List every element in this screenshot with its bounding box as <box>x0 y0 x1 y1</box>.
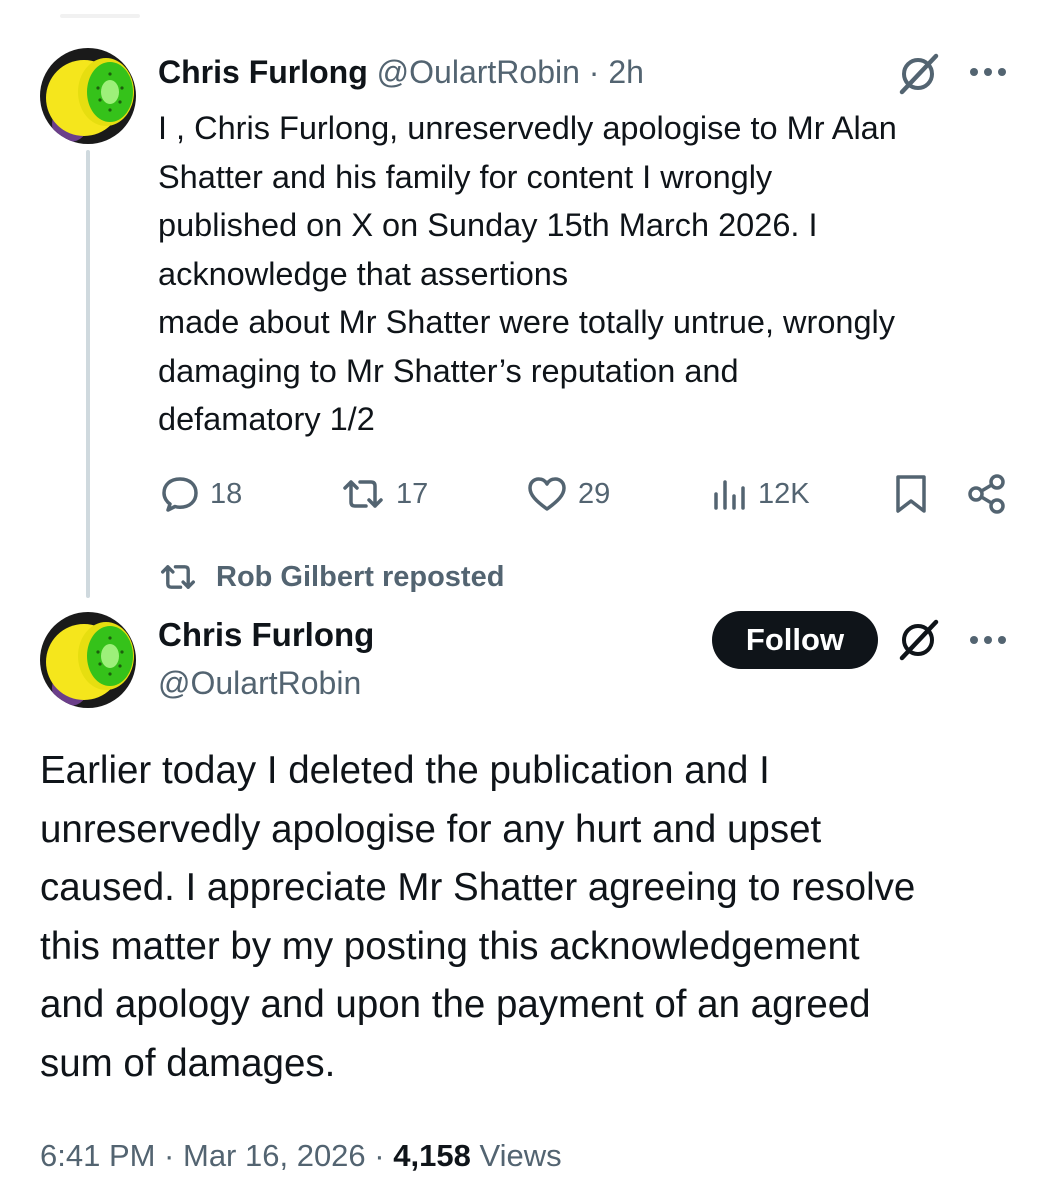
share-icon <box>968 474 1005 514</box>
tweet-text-line: made about Mr Shatter were totally untru… <box>158 304 896 340</box>
tweet-text-line: and apology and upon the payment of an a… <box>40 983 871 1026</box>
reply-icon <box>162 477 198 512</box>
repost-icon <box>343 480 383 508</box>
tweet-text-line: sum of damages. <box>40 1041 336 1085</box>
heart-icon <box>528 477 566 511</box>
grok-icon[interactable] <box>896 52 940 96</box>
repost-count: 17 <box>396 477 429 510</box>
share-button[interactable] <box>966 472 1008 516</box>
follow-button[interactable]: Follow <box>712 611 878 669</box>
author-name[interactable]: Chris Furlong <box>158 614 374 656</box>
reply-count: 18 <box>210 477 243 510</box>
tweet-text-line: acknowledge that assertions <box>158 255 569 292</box>
repost-context-label: Rob Gilbert reposted <box>216 560 505 593</box>
more-icon[interactable] <box>966 62 1010 82</box>
tweet-timestamp[interactable]: 6:41 PM · Mar 16, 2026 <box>40 1138 366 1173</box>
like-count: 29 <box>578 477 611 510</box>
more-icon[interactable] <box>966 630 1010 650</box>
grok-icon[interactable] <box>896 618 940 662</box>
author-handle[interactable]: @OulartRobin <box>377 54 580 90</box>
like-button[interactable]: 29 <box>526 472 610 516</box>
views-count: 12K <box>758 477 810 510</box>
tweet-text-line: caused. I appreciate Mr Shatter agreeing… <box>40 866 916 909</box>
header-separator: · <box>588 54 600 90</box>
tweet2-text: Earlier today I deleted the publication … <box>40 742 1030 1093</box>
author-name[interactable]: Chris Furlong <box>158 54 368 90</box>
repost-context[interactable]: Rob Gilbert reposted <box>158 560 504 594</box>
author-handle[interactable]: @OulartRobin <box>158 662 361 704</box>
tweet-text-line: damaging to Mr Shatter’s reputation and <box>158 352 739 389</box>
bookmark-icon <box>896 475 926 513</box>
scroll-remnant <box>60 14 140 18</box>
analytics-icon <box>714 480 745 510</box>
tweet-time[interactable]: 2h <box>608 54 644 90</box>
tweet-text-line: this matter by my posting this acknowled… <box>40 924 860 968</box>
tweet-text-line: defamatory 1/2 <box>158 401 375 437</box>
views-label: Views <box>479 1138 562 1173</box>
tweet-text-line: Shatter and his family for content I wro… <box>158 158 773 195</box>
reply-button[interactable]: 18 <box>160 472 242 516</box>
tweet-meta: 6:41 PM · Mar 16, 2026 · 4,158 Views <box>40 1134 562 1178</box>
tweet-text-line: I , Chris Furlong, unreservedly apologis… <box>158 110 897 146</box>
thread-connector-line <box>86 150 90 598</box>
avatar[interactable] <box>40 48 136 144</box>
meta-separator: · <box>374 1138 385 1173</box>
repost-icon <box>161 565 195 589</box>
bookmark-button[interactable] <box>893 472 929 516</box>
tweet1-text: I , Chris Furlong, unreservedly apologis… <box>158 104 1028 444</box>
views-button[interactable]: 12K <box>712 472 810 516</box>
tweet-text-line: Earlier today I deleted the publication … <box>40 749 770 792</box>
views-total: 4,158 <box>393 1138 471 1173</box>
tweet-text-line: published on X on Sunday 15th March 2026… <box>158 207 818 243</box>
avatar[interactable] <box>40 612 136 708</box>
tweet-text-line: unreservedly apologise for any hurt and … <box>40 807 822 851</box>
repost-button[interactable]: 17 <box>340 472 428 516</box>
tweet1-header: Chris Furlong @OulartRobin · 2h <box>158 52 644 92</box>
